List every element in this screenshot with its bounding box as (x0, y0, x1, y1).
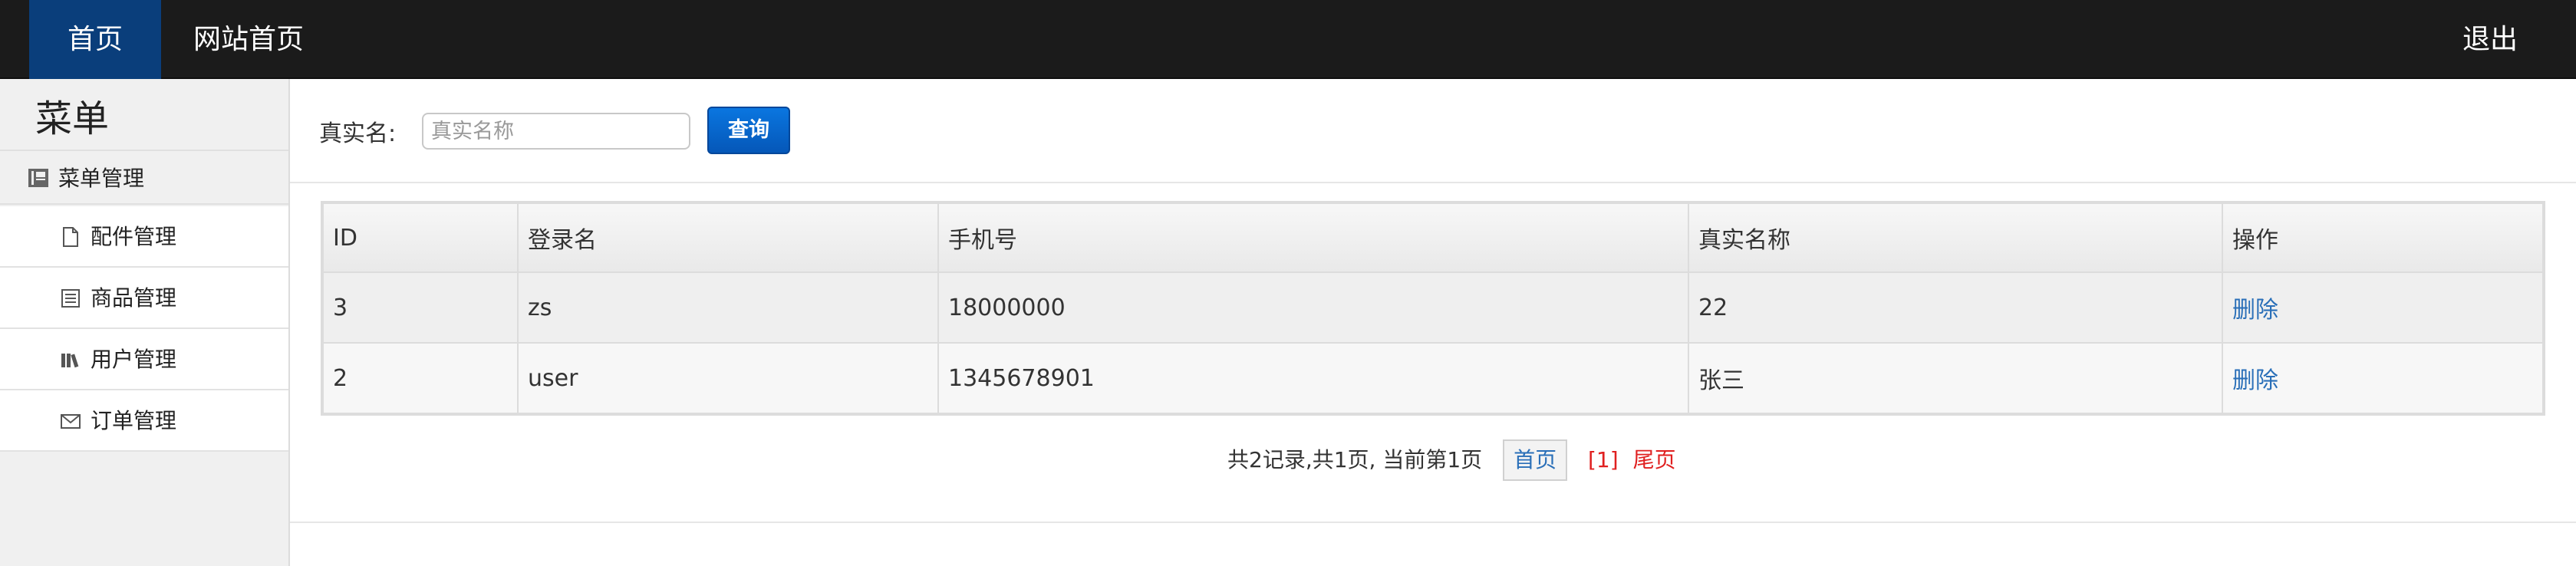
sidebar-item-label: 用户管理 (91, 347, 177, 372)
nav-home-link[interactable]: 首页 (29, 0, 161, 79)
sidebar-item-label: 配件管理 (91, 224, 177, 249)
cell-id: 3 (322, 271, 519, 344)
table-header-row: ID 登录名 手机号 真实名称 操作 (322, 202, 2544, 273)
sidebar-item-products[interactable]: 商品管理 (0, 268, 288, 329)
sidebar-group-menu-management[interactable]: 菜单管理 (0, 150, 288, 205)
column-header-id: ID (322, 202, 519, 273)
search-button[interactable]: 查询 (707, 107, 790, 154)
sidebar-group-label: 菜单管理 (58, 166, 145, 191)
real-name-search-input[interactable] (422, 113, 690, 150)
user-table: ID 登录名 手机号 真实名称 操作 3 zs 18000000 22 删除 2… (321, 201, 2545, 416)
list-icon (60, 288, 81, 309)
search-label: 真实名: (319, 120, 397, 147)
cell-action: 删除 (2222, 271, 2544, 344)
search-bar: 真实名: 查询 (290, 79, 2576, 183)
pagination-first-button[interactable]: 首页 (1503, 439, 1568, 481)
sidebar-item-parts[interactable]: 配件管理 (0, 206, 288, 268)
logout-link[interactable]: 退出 (2449, 0, 2518, 79)
sidebar: 菜单 菜单管理 配件管理 商品管理 用户管理 订单管理 (0, 79, 290, 566)
cell-login: user (517, 342, 939, 414)
column-header-login: 登录名 (517, 202, 939, 273)
nav-site-home-link[interactable]: 网站首页 (193, 0, 330, 79)
table-row: 3 zs 18000000 22 删除 (322, 271, 2544, 344)
cell-real-name: 22 (1688, 271, 2223, 344)
top-navbar: 首页 网站首页 退出 (0, 0, 2576, 79)
delete-link[interactable]: 删除 (2232, 367, 2278, 394)
cell-id: 2 (322, 342, 519, 414)
cell-action: 删除 (2222, 342, 2544, 414)
pagination-last-link[interactable]: 尾页 (1633, 439, 1676, 481)
sidebar-item-orders[interactable]: 订单管理 (0, 390, 288, 452)
column-header-action: 操作 (2222, 202, 2544, 273)
book-icon (28, 168, 49, 188)
delete-link[interactable]: 删除 (2232, 297, 2278, 324)
document-icon (60, 226, 81, 248)
sidebar-item-label: 订单管理 (91, 408, 177, 433)
column-header-real-name: 真实名称 (1688, 202, 2223, 273)
envelope-icon (60, 410, 81, 432)
cell-real-name: 张三 (1688, 342, 2223, 414)
cell-phone: 18000000 (937, 271, 1689, 344)
column-header-phone: 手机号 (937, 202, 1689, 273)
cell-login: zs (517, 271, 939, 344)
pagination-summary: 共2记录,共1页, 当前第1页 (1227, 447, 1483, 472)
pagination-current-page: [1] (1587, 447, 1619, 472)
table-row: 2 user 1345678901 张三 删除 (322, 342, 2544, 414)
books-icon (60, 349, 81, 370)
content-divider (290, 522, 2576, 523)
sidebar-title: 菜单 (35, 97, 110, 140)
pagination: 共2记录,共1页, 当前第1页 首页 [1] 尾页 (1227, 439, 1676, 481)
cell-phone: 1345678901 (937, 342, 1689, 414)
sidebar-item-users[interactable]: 用户管理 (0, 329, 288, 390)
sidebar-item-label: 商品管理 (91, 285, 177, 311)
